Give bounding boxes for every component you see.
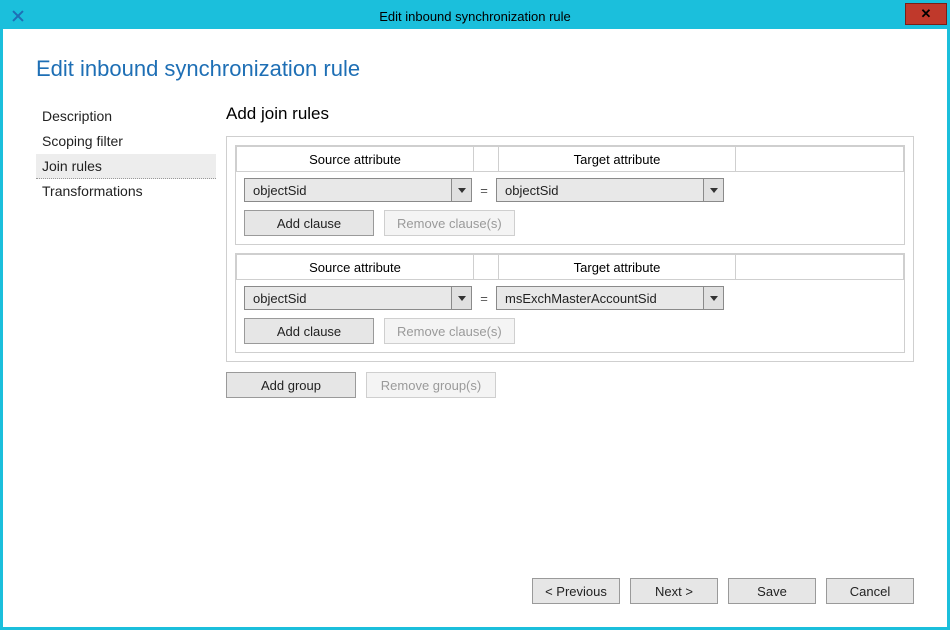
group-buttons: Add clause Remove clause(s) — [236, 202, 904, 236]
button-label: Remove clause(s) — [397, 216, 502, 231]
combo-value: objectSid — [497, 183, 703, 198]
add-clause-button[interactable]: Add clause — [244, 318, 374, 344]
save-button[interactable]: Save — [728, 578, 816, 604]
remove-clause-button: Remove clause(s) — [384, 318, 515, 344]
previous-button[interactable]: < Previous — [532, 578, 620, 604]
chevron-down-icon — [703, 287, 723, 309]
next-button[interactable]: Next > — [630, 578, 718, 604]
combo-value: objectSid — [245, 291, 451, 306]
cancel-button[interactable]: Cancel — [826, 578, 914, 604]
body: Description Scoping filter Join rules Tr… — [36, 104, 914, 604]
group-buttons: Add clause Remove clause(s) — [236, 310, 904, 344]
target-attribute-combo[interactable]: objectSid — [496, 178, 724, 202]
section-heading: Add join rules — [226, 104, 914, 124]
combo-value: objectSid — [245, 183, 451, 198]
equals-label: = — [472, 291, 496, 306]
button-label: Add clause — [277, 216, 341, 231]
sidebar-item-transformations[interactable]: Transformations — [36, 179, 216, 204]
join-row: objectSid = objectSid — [236, 172, 904, 202]
col-spacer — [736, 146, 904, 172]
add-clause-button[interactable]: Add clause — [244, 210, 374, 236]
sidebar-item-label: Description — [42, 108, 112, 124]
button-label: Add group — [261, 378, 321, 393]
button-label: Next > — [655, 584, 693, 599]
col-spacer — [736, 254, 904, 280]
col-equals — [474, 254, 498, 280]
join-row: objectSid = msExchMasterAccountSid — [236, 280, 904, 310]
rules-box: Source attribute Target attribute object… — [226, 136, 914, 362]
button-label: < Previous — [545, 584, 607, 599]
close-button[interactable]: ✕ — [905, 3, 947, 25]
main: Add join rules Source attribute Target a… — [216, 104, 914, 604]
button-label: Remove clause(s) — [397, 324, 502, 339]
sidebar: Description Scoping filter Join rules Tr… — [36, 104, 216, 604]
col-target-attribute: Target attribute — [498, 146, 736, 172]
button-label: Remove group(s) — [381, 378, 481, 393]
col-equals — [474, 146, 498, 172]
equals-label: = — [472, 183, 496, 198]
sidebar-item-join-rules[interactable]: Join rules — [36, 154, 216, 179]
col-target-attribute: Target attribute — [498, 254, 736, 280]
chevron-down-icon — [451, 179, 471, 201]
source-attribute-combo[interactable]: objectSid — [244, 286, 472, 310]
combo-value: msExchMasterAccountSid — [497, 291, 703, 306]
wizard-footer: < Previous Next > Save Cancel — [532, 578, 914, 604]
source-attribute-combo[interactable]: objectSid — [244, 178, 472, 202]
group-header: Source attribute Target attribute — [236, 254, 904, 280]
add-group-button[interactable]: Add group — [226, 372, 356, 398]
chevron-down-icon — [703, 179, 723, 201]
remove-clause-button: Remove clause(s) — [384, 210, 515, 236]
sidebar-item-label: Transformations — [42, 183, 143, 199]
col-source-attribute: Source attribute — [236, 146, 474, 172]
button-label: Add clause — [277, 324, 341, 339]
join-group: Source attribute Target attribute object… — [235, 253, 905, 353]
remove-group-button: Remove group(s) — [366, 372, 496, 398]
close-icon: ✕ — [921, 6, 932, 22]
group-level-buttons: Add group Remove group(s) — [226, 372, 914, 398]
titlebar: Edit inbound synchronization rule ✕ — [3, 3, 947, 29]
sidebar-item-label: Scoping filter — [42, 133, 123, 149]
content: Edit inbound synchronization rule Descri… — [6, 32, 944, 624]
page-title: Edit inbound synchronization rule — [36, 56, 914, 82]
sidebar-item-scoping-filter[interactable]: Scoping filter — [36, 129, 216, 154]
window-title: Edit inbound synchronization rule — [3, 9, 947, 24]
col-source-attribute: Source attribute — [236, 254, 474, 280]
sidebar-item-description[interactable]: Description — [36, 104, 216, 129]
sidebar-item-label: Join rules — [42, 158, 102, 174]
group-header: Source attribute Target attribute — [236, 146, 904, 172]
chevron-down-icon — [451, 287, 471, 309]
app-icon — [9, 7, 27, 25]
join-group: Source attribute Target attribute object… — [235, 145, 905, 245]
button-label: Save — [757, 584, 787, 599]
button-label: Cancel — [850, 584, 890, 599]
target-attribute-combo[interactable]: msExchMasterAccountSid — [496, 286, 724, 310]
window: Edit inbound synchronization rule ✕ Edit… — [0, 0, 950, 630]
